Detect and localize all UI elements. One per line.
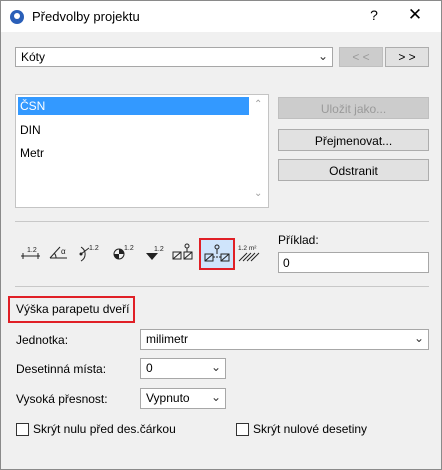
separator [15, 221, 429, 222]
radius-dimension-icon[interactable]: 1.2 [77, 241, 101, 263]
angle-dimension-text: α [61, 247, 66, 256]
unit-label: Jednotka: [16, 333, 69, 347]
decimals-label: Desetinná místa: [16, 362, 107, 376]
window-title: Předvolby projektu [32, 9, 140, 24]
list-item[interactable]: Metr [18, 144, 249, 162]
rename-button[interactable]: Přejmenovat... [278, 129, 429, 151]
chevron-down-icon: ⌄ [317, 49, 328, 63]
angle-dimension-icon[interactable]: α [47, 241, 71, 263]
window-sill-height-icon[interactable] [171, 241, 195, 263]
linear-dimension-icon[interactable]: 1.2 [19, 241, 43, 263]
project-preferences-dialog: Předvolby projektu ? ✕ Kóty ⌄ < < > > ČS… [0, 0, 442, 470]
area-dimension-text: 1.2 m² [238, 245, 257, 252]
scroll-down-icon[interactable]: ⌄ [254, 188, 262, 199]
precision-select-value: Vypnuto [146, 391, 190, 405]
level-dimension-icon[interactable]: 1.2 [111, 241, 135, 263]
hide-leading-zero-label[interactable]: Skrýt nulu před des.čárkou [33, 422, 176, 436]
unit-select-value: milimetr [146, 332, 188, 346]
area-dimension-icon[interactable]: 1.2 m² [237, 241, 261, 263]
style-list[interactable]: ČSN DIN Metr ⌃ ⌄ [15, 94, 269, 208]
chevron-down-icon: ⌄ [210, 360, 221, 374]
category-select[interactable]: Kóty ⌄ [15, 47, 333, 67]
precision-label: Vysoká přesnost: [16, 392, 108, 406]
list-item[interactable]: ČSN [18, 97, 249, 115]
precision-select[interactable]: Vypnuto ⌄ [140, 388, 226, 409]
next-button[interactable]: > > [385, 47, 429, 67]
previous-button[interactable]: < < [339, 47, 383, 67]
help-button[interactable]: ? [364, 7, 384, 23]
unit-select[interactable]: milimetr ⌄ [140, 329, 429, 350]
door-sill-height-icon[interactable] [199, 238, 235, 270]
radius-dimension-text: 1.2 [89, 245, 99, 252]
level-dimension-text: 1.2 [124, 245, 134, 252]
separator [15, 286, 429, 287]
save-as-button[interactable]: Uložit jako... [278, 97, 429, 119]
linear-dimension-text: 1.2 [27, 247, 37, 254]
list-item[interactable]: DIN [18, 121, 249, 139]
chevron-down-icon: ⌄ [210, 390, 221, 404]
section-title: Výška parapetu dveří [16, 302, 130, 316]
elevation-dimension-text: 1.2 [154, 246, 164, 253]
decimals-select[interactable]: 0 ⌄ [140, 358, 226, 379]
example-field: 0 [278, 252, 429, 273]
hide-trailing-zeros-label[interactable]: Skrýt nulové desetiny [253, 422, 367, 436]
elevation-dimension-icon[interactable]: 1.2 [143, 241, 167, 263]
hide-trailing-zeros-checkbox[interactable] [236, 423, 249, 436]
close-button[interactable]: ✕ [405, 5, 425, 25]
title-bar: Předvolby projektu ? ✕ [1, 1, 441, 32]
delete-button[interactable]: Odstranit [278, 159, 429, 181]
app-logo-icon [10, 10, 24, 24]
category-select-value: Kóty [21, 50, 46, 64]
hide-leading-zero-checkbox[interactable] [16, 423, 29, 436]
example-label: Příklad: [278, 233, 319, 247]
chevron-down-icon: ⌄ [413, 331, 424, 345]
scroll-up-icon[interactable]: ⌃ [254, 99, 262, 110]
decimals-select-value: 0 [146, 361, 153, 375]
